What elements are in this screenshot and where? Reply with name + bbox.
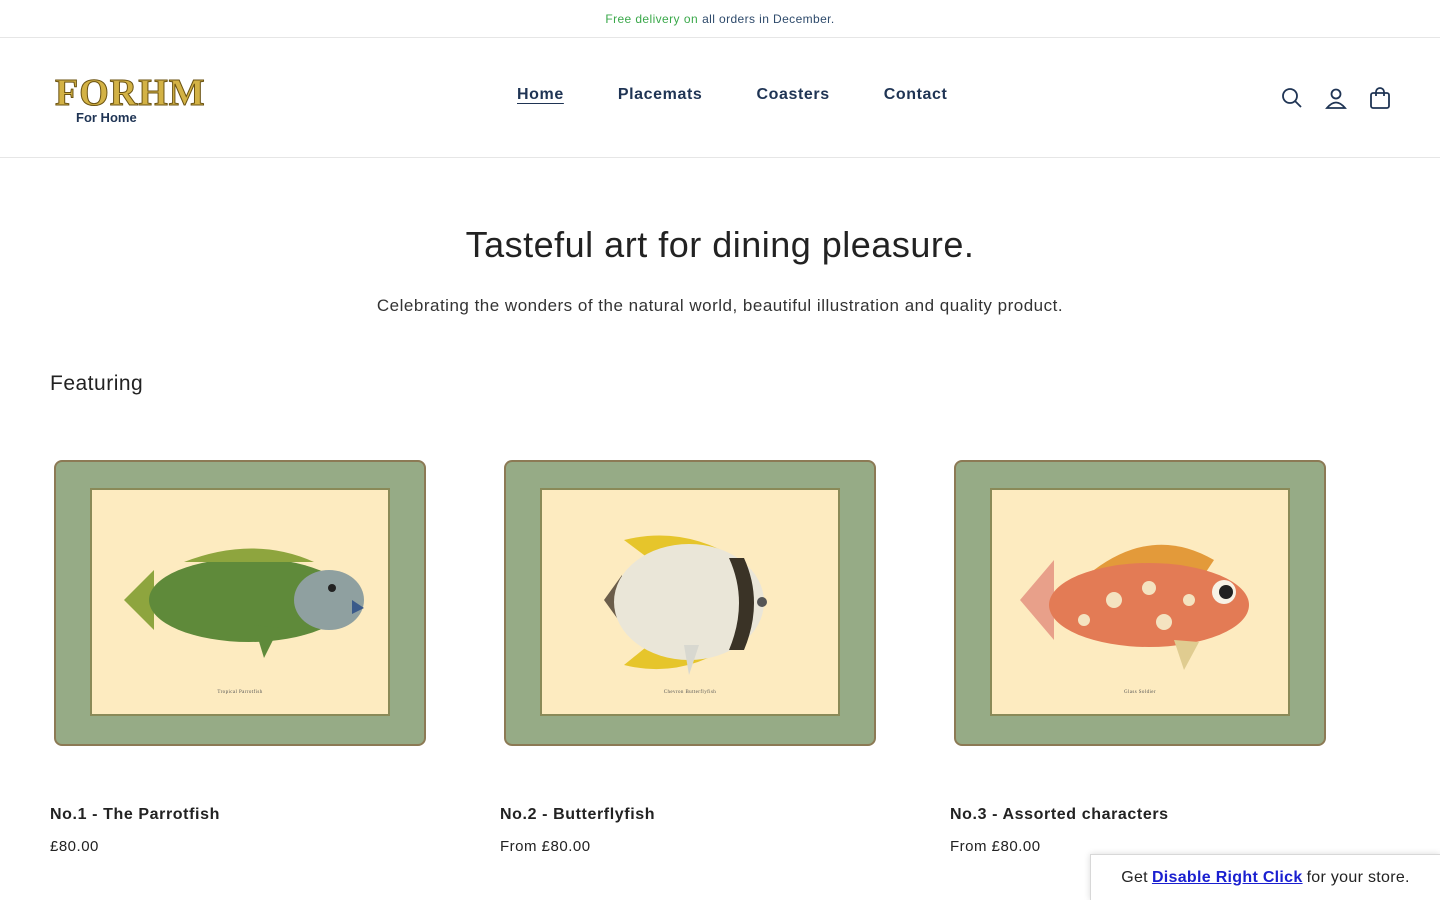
disable-right-click-link[interactable]: Disable Right Click: [1152, 869, 1303, 887]
product-title[interactable]: No.1 - The Parrotfish: [50, 806, 430, 824]
nav-placemats[interactable]: Placemats: [618, 86, 703, 104]
product-price: From £80.00: [500, 838, 591, 855]
hero-heading: Tasteful art for dining pleasure.: [465, 224, 975, 265]
hero-subheading: Celebrating the wonders of the natural w…: [376, 296, 1064, 315]
product-price: From £80.00: [950, 838, 1041, 855]
soldierfish-illustration: [1020, 544, 1249, 670]
butterflyfish-illustration: [604, 535, 767, 675]
logo-wordmark: FORHM: [55, 72, 206, 115]
placemat-print: Chevron Butterflyfish: [540, 488, 840, 716]
product-image[interactable]: Glass Soldier: [954, 460, 1326, 746]
product-title[interactable]: No.3 - Assorted characters: [950, 806, 1330, 824]
product-grid: Tropical Parrotfish No.1 - The Parrotfis…: [50, 460, 1330, 855]
account-icon[interactable]: [1324, 86, 1348, 110]
product-title[interactable]: No.2 - Butterflyfish: [500, 806, 880, 824]
announcement-rest: all orders in December.: [702, 11, 835, 26]
nav-coasters[interactable]: Coasters: [756, 86, 829, 104]
cart-icon[interactable]: [1368, 86, 1392, 110]
promo-prefix: Get: [1121, 868, 1148, 886]
placemat-caption: Tropical Parrotfish: [217, 690, 263, 695]
announcement-highlight: Free delivery: [605, 11, 680, 26]
hero-section: Tasteful art for dining pleasure. Celebr…: [0, 224, 1440, 316]
featuring-heading: Featuring: [50, 372, 144, 395]
product-image[interactable]: Chevron Butterflyfish: [504, 460, 876, 746]
placemat-print: Tropical Parrotfish: [90, 488, 390, 716]
product-card[interactable]: Chevron Butterflyfish No.2 - Butterflyfi…: [500, 460, 880, 855]
nav-contact[interactable]: Contact: [884, 86, 948, 104]
announcement-bar: Free delivery on all orders in December.: [0, 0, 1440, 38]
placemat-caption: Chevron Butterflyfish: [663, 690, 717, 695]
main-nav: Home Placemats Coasters Contact: [517, 86, 947, 104]
promo-suffix: for your store.: [1306, 868, 1410, 886]
site-header: FORHM For Home Home Placemats Coasters C…: [0, 38, 1440, 158]
product-card[interactable]: Tropical Parrotfish No.1 - The Parrotfis…: [50, 460, 430, 855]
nav-home[interactable]: Home: [517, 86, 564, 104]
placemat-caption: Glass Soldier: [1123, 690, 1156, 695]
search-icon[interactable]: [1280, 86, 1304, 110]
announcement-on: on: [683, 11, 699, 26]
logo-tagline: For Home: [76, 110, 137, 125]
product-image[interactable]: Tropical Parrotfish: [54, 460, 426, 746]
logo[interactable]: FORHM For Home: [55, 72, 206, 128]
promo-banner: Get Disable Right Click for your store.: [1090, 854, 1440, 900]
header-icons: [1280, 86, 1392, 110]
parrotfish-illustration: [124, 548, 364, 658]
product-card[interactable]: Glass Soldier No.3 - Assorted characters…: [950, 460, 1330, 855]
placemat-print: Glass Soldier: [990, 488, 1290, 716]
product-price: £80.00: [50, 838, 99, 855]
